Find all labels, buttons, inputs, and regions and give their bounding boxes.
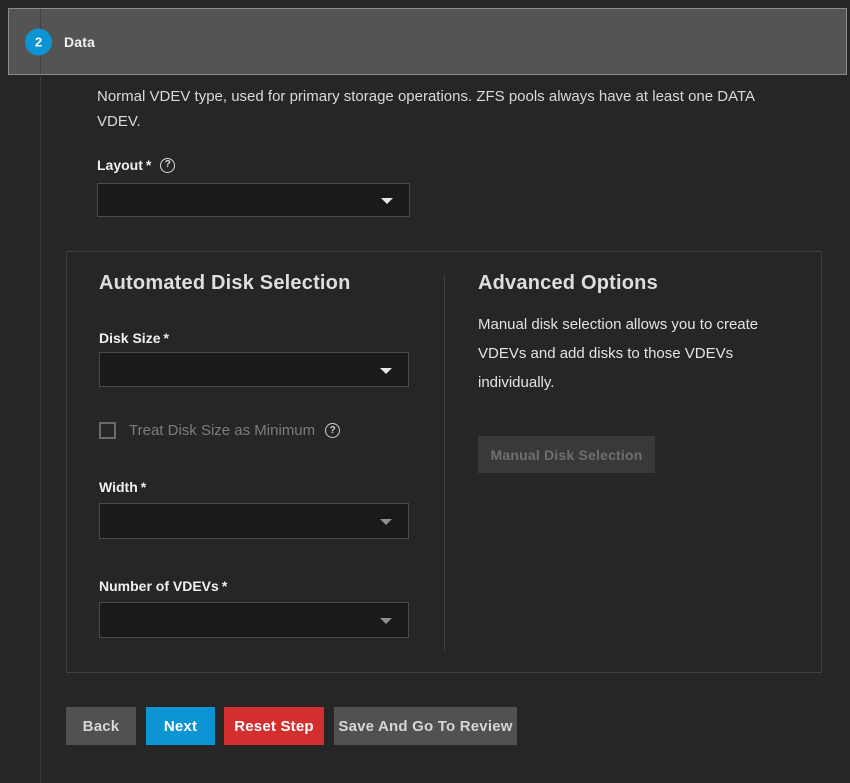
required-marker: * [146, 157, 151, 173]
reset-step-button[interactable]: Reset Step [224, 707, 324, 745]
width-select[interactable] [99, 503, 409, 539]
treat-disk-size-minimum-checkbox[interactable] [99, 422, 116, 439]
back-button[interactable]: Back [66, 707, 136, 745]
treat-disk-size-minimum-label: Treat Disk Size as Minimum [129, 422, 315, 439]
pool-creation-wizard-step: 2 Data Normal VDEV type, used for primar… [0, 0, 850, 783]
help-icon[interactable]: ? [160, 158, 175, 173]
required-marker: * [141, 479, 146, 495]
step-description: Normal VDEV type, used for primary stora… [97, 84, 771, 134]
width-label-text: Width [99, 479, 138, 495]
chevron-down-icon [380, 519, 392, 525]
width-label: Width* [99, 479, 146, 495]
disk-size-label-text: Disk Size [99, 330, 160, 346]
disk-selection-panel: Automated Disk Selection Disk Size* Trea… [66, 251, 822, 673]
chevron-down-icon [380, 618, 392, 624]
chevron-down-icon [381, 198, 393, 204]
disk-size-select[interactable] [99, 352, 409, 387]
advanced-options-title: Advanced Options [478, 272, 658, 295]
layout-label: Layout* ? [97, 157, 175, 173]
step-number-badge: 2 [25, 28, 52, 55]
next-button[interactable]: Next [146, 707, 215, 745]
manual-disk-selection-button[interactable]: Manual Disk Selection [478, 436, 655, 473]
required-marker: * [222, 578, 227, 594]
number-of-vdevs-label: Number of VDEVs* [99, 578, 227, 594]
layout-select[interactable] [97, 183, 410, 217]
help-icon[interactable]: ? [325, 423, 340, 438]
automated-disk-selection-title: Automated Disk Selection [99, 272, 351, 295]
number-of-vdevs-label-text: Number of VDEVs [99, 578, 219, 594]
required-marker: * [163, 330, 168, 346]
chevron-down-icon [380, 368, 392, 374]
step-number: 2 [35, 34, 42, 49]
advanced-options-description: Manual disk selection allows you to crea… [478, 310, 780, 397]
save-and-go-to-review-button[interactable]: Save And Go To Review [334, 707, 517, 745]
stepper-connector-line [40, 76, 41, 783]
number-of-vdevs-select[interactable] [99, 602, 409, 638]
column-divider [444, 274, 445, 652]
step-title: Data [64, 34, 95, 50]
layout-label-text: Layout [97, 157, 143, 173]
step-header-data[interactable]: 2 Data [8, 8, 847, 75]
disk-size-label: Disk Size* [99, 330, 169, 346]
treat-disk-size-minimum-row: Treat Disk Size as Minimum ? [99, 422, 340, 439]
